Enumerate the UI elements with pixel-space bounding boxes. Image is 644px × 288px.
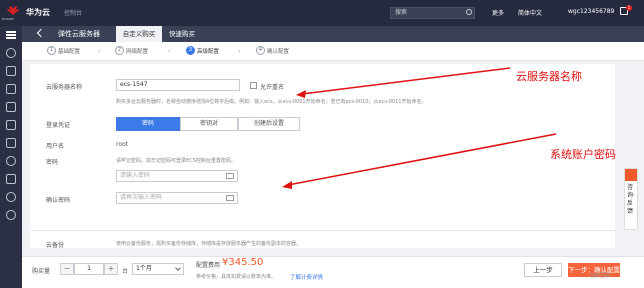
notification-badge: 1 xyxy=(626,5,632,11)
network-icon[interactable] xyxy=(6,84,16,94)
huawei-logo-icon[interactable] xyxy=(6,4,20,16)
confirm-password-label: 确认密码 xyxy=(46,197,71,204)
tab-quick-buy[interactable]: 快速购买 xyxy=(162,26,202,42)
backup-hint: 使用云备份服务，需购买备份存储库，存储库是存放服务器产生的备份副本的容器。 xyxy=(116,241,302,247)
step-arrow-icon: › xyxy=(168,48,171,55)
sidebar xyxy=(0,26,22,288)
quantity-plus-button[interactable]: + xyxy=(104,263,118,275)
unit-label: 台 xyxy=(122,268,129,275)
server-name-input[interactable]: ecs-1547 xyxy=(116,79,240,91)
globe-icon[interactable] xyxy=(6,192,16,202)
quantity-minus-button[interactable]: − xyxy=(60,263,74,275)
cloud-icon[interactable] xyxy=(6,48,16,58)
confirm-password-input[interactable]: 请再次输入密码 xyxy=(116,192,238,204)
database-icon[interactable] xyxy=(6,138,16,148)
step-1-circle: 1 xyxy=(47,46,56,55)
logo-text: HUAWEI xyxy=(2,17,15,21)
divider xyxy=(30,230,615,231)
language-menu[interactable]: 简体中文 xyxy=(518,8,542,17)
fee-label: 配置费用 xyxy=(196,262,221,269)
cloud-service-icon[interactable] xyxy=(6,156,16,166)
user-menu[interactable]: wgc123456789 xyxy=(568,8,614,15)
allow-duplicate-checkbox[interactable] xyxy=(250,82,257,89)
chat-icon[interactable] xyxy=(625,169,637,181)
allow-duplicate-label: 允许重名 xyxy=(260,84,285,91)
keyboard-icon[interactable] xyxy=(226,173,234,179)
login-credential-label: 登录凭证 xyxy=(46,122,71,129)
search-input[interactable]: 搜索 xyxy=(390,7,475,19)
annotation-account-password: 系统账户密码 xyxy=(550,148,616,161)
billing-details-link[interactable]: 了解计费详情 xyxy=(290,273,323,281)
step-4-label[interactable]: 确认配置 xyxy=(267,47,289,55)
step-3-circle: 3 xyxy=(186,46,195,55)
console-link[interactable]: 控制台 xyxy=(64,8,82,17)
login-option-later[interactable]: 创建后设置 xyxy=(238,117,300,131)
previous-step-button[interactable]: 上一步 xyxy=(524,263,562,277)
menu-icon[interactable] xyxy=(6,31,16,33)
price-value: ¥345.50 xyxy=(222,257,264,268)
tab-custom-buy[interactable]: 自定义购买 xyxy=(116,26,162,42)
page-title: 弹性云服务器 xyxy=(58,30,100,38)
server-name-hint: 购买多台云服务器时，名称自动按序增加4位数字后缀。例如：输入ecs，从ecs-0… xyxy=(116,99,427,105)
form-panel xyxy=(30,64,615,248)
server-icon[interactable] xyxy=(6,66,16,76)
keyboard-icon[interactable] xyxy=(226,195,234,201)
more-menu[interactable]: 更多 xyxy=(492,8,504,17)
security-icon[interactable] xyxy=(6,174,16,184)
server-name-label: 云服务器名称 xyxy=(46,84,83,91)
password-input[interactable]: 请输入密码 xyxy=(116,170,238,182)
step-3-label[interactable]: 高级配置 xyxy=(197,47,219,55)
username-value: root xyxy=(116,141,129,148)
watermark: 创新互联 xyxy=(590,273,611,279)
quantity-label: 购买量 xyxy=(32,268,51,275)
quantity-input[interactable]: 1 xyxy=(74,263,104,275)
step-arrow-icon: › xyxy=(238,48,241,55)
login-option-password[interactable]: 密码 xyxy=(116,117,180,131)
username-label: 用户名 xyxy=(46,143,65,150)
brand-name[interactable]: 华为云 xyxy=(26,7,50,18)
step-arrow-icon: › xyxy=(98,48,101,55)
top-bar: HUAWEI 华为云 控制台 xyxy=(0,0,644,26)
login-option-keypair[interactable]: 密钥对 xyxy=(180,117,238,131)
step-1-label[interactable]: 基础配置 xyxy=(58,47,80,55)
feedback-label[interactable]: 咨询·反馈 xyxy=(627,184,636,216)
backup-label: 云备份 xyxy=(46,242,65,249)
price-note: 参考价格，具体扣费请以账单为准。 xyxy=(196,274,277,280)
step-2-circle: 2 xyxy=(115,46,124,55)
search-icon[interactable] xyxy=(466,9,472,15)
step-4-circle: 4 xyxy=(256,46,265,55)
annotation-server-name: 云服务器名称 xyxy=(516,70,582,83)
compass-icon[interactable] xyxy=(6,210,16,220)
storage-icon[interactable] xyxy=(6,102,16,112)
document-icon[interactable] xyxy=(6,120,16,130)
step-2-label[interactable]: 网络配置 xyxy=(126,47,148,55)
password-hint: 请牢记密码，如忘记密码可登录ECS控制台重置密码。 xyxy=(116,158,236,164)
password-label: 密码 xyxy=(46,159,59,166)
